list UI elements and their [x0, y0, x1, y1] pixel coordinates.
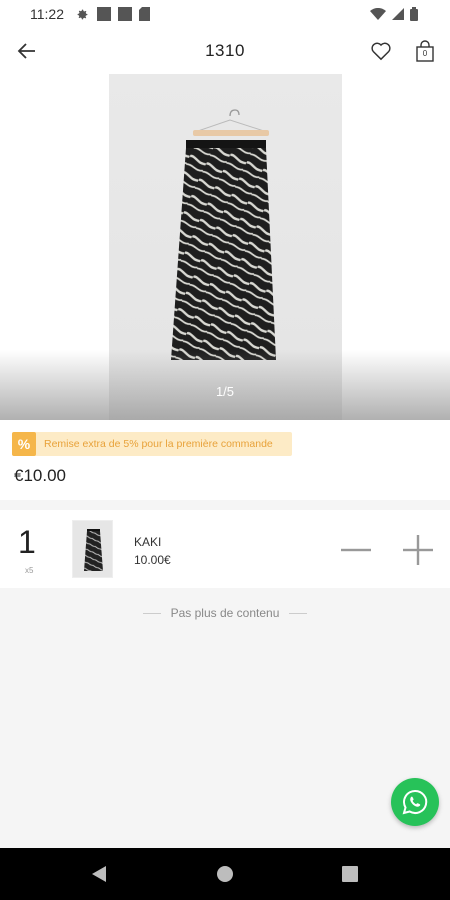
nav-back-icon: [91, 865, 107, 883]
minus-icon: [341, 548, 371, 552]
nav-recents-button[interactable]: [338, 862, 362, 886]
variant-row: 1 x5 KAKI 10.00€: [0, 510, 450, 588]
gallery-pager: 1/5: [215, 384, 235, 399]
cart-count: 0: [422, 49, 428, 58]
decrease-quantity-button[interactable]: [340, 534, 372, 566]
quantity-sub: x5: [25, 566, 34, 575]
nav-back-button[interactable]: [86, 862, 112, 886]
divider-right: [289, 612, 308, 614]
percent-icon: %: [12, 432, 36, 456]
signal-icon: [392, 8, 404, 20]
nav-home-button[interactable]: [213, 862, 237, 886]
square-icon: [118, 7, 132, 21]
increase-quantity-button[interactable]: [402, 534, 434, 566]
product-price: €10.00: [14, 466, 66, 485]
status-bar: 11:22: [0, 0, 450, 28]
wifi-icon: [370, 8, 386, 20]
battery-icon: [410, 7, 418, 21]
end-of-content-text: Pas plus de contenu: [170, 606, 280, 620]
square-icon: [97, 7, 111, 21]
system-nav-bar: [0, 848, 450, 900]
plus-icon: [403, 535, 433, 565]
app-bar: 1310 0: [0, 28, 450, 74]
back-button[interactable]: [12, 36, 42, 66]
quantity-value: 1: [18, 524, 36, 560]
back-arrow-icon: [17, 41, 37, 61]
whatsapp-icon: [401, 788, 429, 816]
nav-recents-icon: [342, 866, 358, 882]
cart-button[interactable]: 0: [411, 36, 439, 66]
variant-thumbnail[interactable]: [72, 520, 113, 578]
promo-banner: % Remise extra de 5% pour la première co…: [12, 432, 292, 456]
end-of-content: Pas plus de contenu: [0, 606, 450, 620]
promo-text: Remise extra de 5% pour la première comm…: [44, 438, 273, 450]
sim-icon: [139, 7, 150, 21]
divider-left: [142, 612, 161, 614]
gear-icon: [76, 8, 89, 21]
variant-price: 10.00€: [134, 553, 171, 567]
heart-icon: [370, 41, 392, 61]
whatsapp-button[interactable]: [391, 778, 439, 826]
product-gallery[interactable]: 1/5: [0, 74, 450, 420]
nav-home-icon: [216, 865, 234, 883]
variant-name: KAKI: [134, 535, 162, 549]
favorite-button[interactable]: [367, 36, 395, 66]
status-time: 11:22: [30, 6, 64, 22]
price-card: % Remise extra de 5% pour la première co…: [0, 420, 450, 500]
